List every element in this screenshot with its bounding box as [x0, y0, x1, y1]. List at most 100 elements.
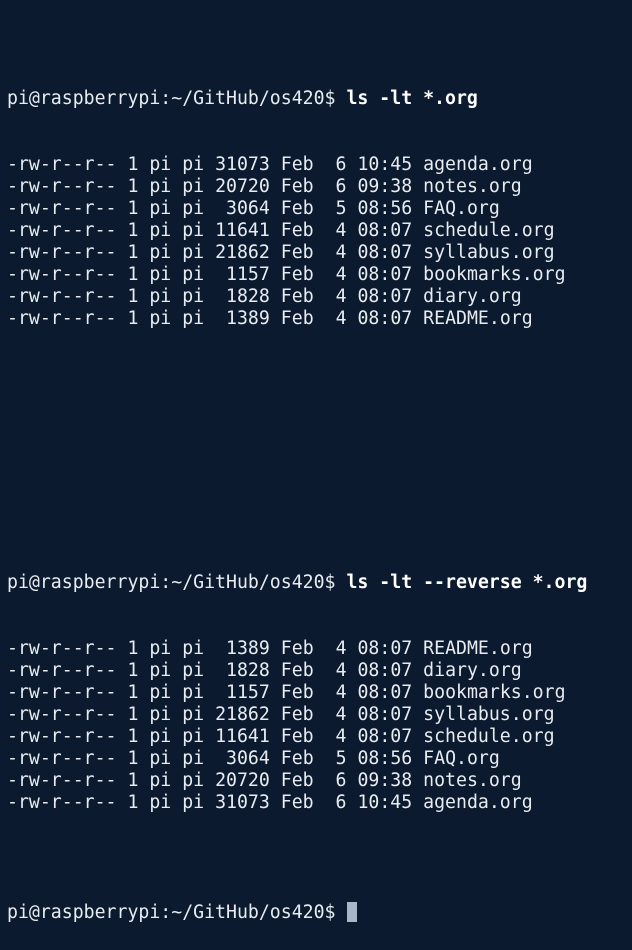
file-links: 1 — [127, 682, 139, 703]
file-permissions: -rw-r--r-- — [7, 682, 117, 703]
file-time: 08:07 — [357, 286, 413, 307]
file-links: 1 — [127, 638, 139, 659]
file-permissions: -rw-r--r-- — [7, 660, 117, 681]
file-day: 6 — [335, 770, 347, 791]
file-entry: -rw-r--r-- 1 pi pi 1389 Feb 4 08:07 READ… — [7, 638, 632, 660]
file-size: 11641 — [215, 726, 270, 747]
file-day: 4 — [335, 242, 347, 263]
file-time: 09:38 — [357, 770, 413, 791]
file-links: 1 — [127, 242, 139, 263]
file-links: 1 — [127, 198, 139, 219]
file-owner: pi — [149, 660, 172, 681]
file-entry: -rw-r--r-- 1 pi pi 21862 Feb 4 08:07 syl… — [7, 242, 632, 264]
file-permissions: -rw-r--r-- — [7, 638, 117, 659]
file-entry: -rw-r--r-- 1 pi pi 21862 Feb 4 08:07 syl… — [7, 704, 632, 726]
file-name: agenda.org — [423, 792, 533, 813]
file-owner: pi — [149, 220, 172, 241]
file-owner: pi — [149, 682, 172, 703]
file-day: 4 — [335, 286, 347, 307]
file-size: 11641 — [215, 220, 270, 241]
file-links: 1 — [127, 154, 139, 175]
file-time: 08:07 — [357, 726, 413, 747]
file-size: 1157 — [226, 682, 270, 703]
file-time: 09:38 — [357, 176, 413, 197]
file-links: 1 — [127, 660, 139, 681]
file-size: 1389 — [226, 308, 270, 329]
file-size: 1828 — [226, 286, 270, 307]
file-entry: -rw-r--r-- 1 pi pi 1157 Feb 4 08:07 book… — [7, 682, 632, 704]
file-day: 6 — [335, 154, 347, 175]
file-permissions: -rw-r--r-- — [7, 154, 117, 175]
file-day: 4 — [335, 726, 347, 747]
file-owner: pi — [149, 770, 172, 791]
file-name: diary.org — [423, 660, 522, 681]
file-day: 4 — [335, 660, 347, 681]
file-links: 1 — [127, 286, 139, 307]
file-owner: pi — [149, 286, 172, 307]
file-time: 08:07 — [357, 682, 413, 703]
file-permissions: -rw-r--r-- — [7, 792, 117, 813]
file-name: schedule.org — [423, 220, 555, 241]
file-links: 1 — [127, 704, 139, 725]
file-day: 5 — [335, 198, 347, 219]
file-owner: pi — [149, 638, 172, 659]
file-entry: -rw-r--r-- 1 pi pi 31073 Feb 6 10:45 age… — [7, 154, 632, 176]
file-group: pi — [182, 682, 205, 703]
file-time: 08:07 — [357, 704, 413, 725]
text-cursor[interactable] — [347, 902, 358, 922]
file-owner: pi — [149, 308, 172, 329]
file-time: 08:07 — [357, 242, 413, 263]
file-name: schedule.org — [423, 726, 555, 747]
file-group: pi — [182, 748, 205, 769]
file-entry: -rw-r--r-- 1 pi pi 20720 Feb 6 09:38 not… — [7, 770, 632, 792]
input-line[interactable]: pi@raspberrypi:~/GitHub/os420$ — [7, 902, 632, 924]
file-name: bookmarks.org — [423, 682, 566, 703]
file-size: 21862 — [215, 704, 270, 725]
file-permissions: -rw-r--r-- — [7, 748, 117, 769]
file-group: pi — [182, 220, 205, 241]
file-entry: -rw-r--r-- 1 pi pi 11641 Feb 4 08:07 sch… — [7, 726, 632, 748]
file-owner: pi — [149, 792, 172, 813]
file-owner: pi — [149, 704, 172, 725]
file-permissions: -rw-r--r-- — [7, 704, 117, 725]
file-entry: -rw-r--r-- 1 pi pi 1828 Feb 4 08:07 diar… — [7, 286, 632, 308]
file-permissions: -rw-r--r-- — [7, 242, 117, 263]
file-group: pi — [182, 770, 205, 791]
file-permissions: -rw-r--r-- — [7, 198, 117, 219]
file-size: 21862 — [215, 242, 270, 263]
file-month: Feb — [280, 660, 314, 681]
file-time: 08:07 — [357, 308, 413, 329]
file-month: Feb — [280, 198, 314, 219]
file-name: FAQ.org — [423, 198, 500, 219]
file-day: 6 — [335, 176, 347, 197]
command-text: ls -lt --reverse *.org — [346, 572, 588, 593]
file-size: 31073 — [215, 792, 270, 813]
file-links: 1 — [127, 770, 139, 791]
file-month: Feb — [280, 682, 314, 703]
file-links: 1 — [127, 176, 139, 197]
file-name: syllabus.org — [423, 242, 555, 263]
file-owner: pi — [149, 242, 172, 263]
file-owner: pi — [149, 176, 172, 197]
file-permissions: -rw-r--r-- — [7, 726, 117, 747]
file-links: 1 — [127, 748, 139, 769]
file-permissions: -rw-r--r-- — [7, 264, 117, 285]
file-permissions: -rw-r--r-- — [7, 176, 117, 197]
file-time: 08:07 — [357, 220, 413, 241]
file-month: Feb — [280, 286, 314, 307]
file-name: README.org — [423, 638, 533, 659]
file-owner: pi — [149, 726, 172, 747]
file-group: pi — [182, 264, 205, 285]
file-month: Feb — [280, 176, 314, 197]
terminal-window[interactable]: pi@raspberrypi:~/GitHub/os420$ ls -lt *.… — [0, 0, 632, 923]
file-size: 3064 — [226, 198, 270, 219]
file-entry: -rw-r--r-- 1 pi pi 11641 Feb 4 08:07 sch… — [7, 220, 632, 242]
file-entry: -rw-r--r-- 1 pi pi 3064 Feb 5 08:56 FAQ.… — [7, 748, 632, 770]
file-name: syllabus.org — [423, 704, 555, 725]
file-time: 10:45 — [357, 792, 413, 813]
file-links: 1 — [127, 220, 139, 241]
file-links: 1 — [127, 726, 139, 747]
file-name: FAQ.org — [423, 748, 500, 769]
file-group: pi — [182, 704, 205, 725]
file-name: README.org — [423, 308, 533, 329]
